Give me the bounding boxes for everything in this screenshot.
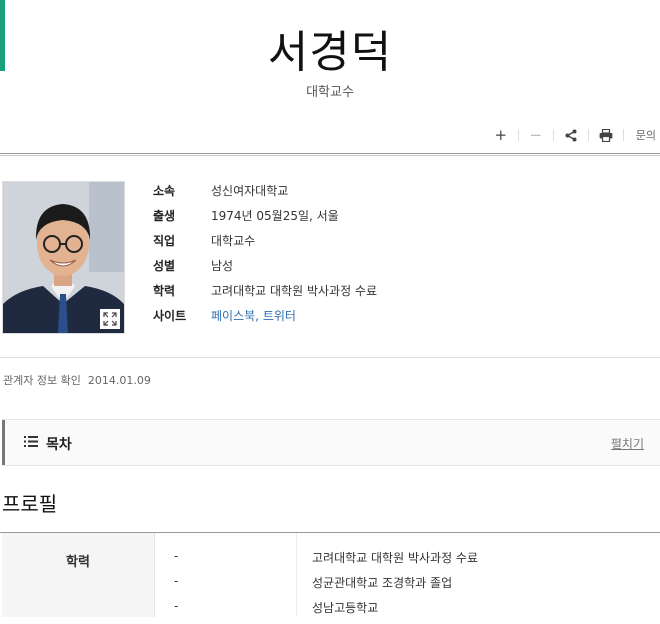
info-label: 출생 [153, 209, 176, 223]
verified-label: 관계자 정보 확인 [3, 374, 81, 387]
info-value: 고려대학교 대학원 박사과정 수료 [211, 284, 378, 298]
verified-date: 2014.01.09 [87, 374, 151, 387]
info-value: 대학교수 [211, 234, 256, 248]
info-label: 소속 [153, 184, 176, 198]
period-cell: - [174, 599, 179, 613]
toc-accent [2, 420, 5, 465]
info-value: 남성 [211, 259, 234, 273]
site-links: 페이스북, 트위터 [211, 307, 296, 324]
info-row: 직업 대학교수 [153, 228, 377, 253]
expand-icon [103, 312, 117, 326]
toc-title: 목차 [46, 437, 72, 453]
toolbar: + − 문의 [492, 126, 656, 144]
info-row: 성별 남성 [153, 253, 377, 278]
info-row-site: 사이트 페이스북, 트위터 [153, 303, 377, 328]
education-header: 학력 [66, 555, 90, 570]
info-label: 학력 [153, 284, 176, 298]
education-cell: 성남고등학교 [312, 601, 379, 615]
info-value: 1974년 05월25일, 서울 [211, 209, 339, 223]
table-row: - 고려대학교 대학원 박사과정 수료 [154, 549, 660, 574]
link-separator: , [255, 309, 263, 323]
inquiry-link[interactable]: 문의 [636, 127, 656, 143]
expand-photo-button[interactable] [100, 309, 120, 329]
section-title: 프로필 [2, 492, 58, 516]
table-of-contents: 목차 펼치기 [2, 419, 660, 466]
profile-photo[interactable] [2, 181, 125, 334]
table-row: - 성균관대학교 조경학과 졸업 [154, 574, 660, 599]
share-button[interactable] [562, 126, 580, 144]
profile-info: 소속 성신여자대학교 출생 1974년 05월25일, 서울 직업 대학교수 성… [153, 178, 377, 328]
info-row: 출생 1974년 05월25일, 서울 [153, 203, 377, 228]
share-icon [565, 129, 577, 141]
printer-icon [599, 128, 613, 142]
toolbar-separator [622, 129, 624, 141]
education-header-cell: 학력 [2, 533, 155, 617]
period-cell: - [174, 574, 179, 588]
header-divider [0, 153, 660, 156]
education-cell: 성균관대학교 조경학과 졸업 [312, 576, 453, 590]
list-icon [24, 436, 38, 447]
print-button[interactable] [597, 126, 615, 144]
info-label: 성별 [153, 259, 176, 273]
education-table: 학력 - 고려대학교 대학원 박사과정 수료 - 성균관대학교 조경학과 졸업 … [2, 533, 660, 617]
facebook-link[interactable]: 페이스북 [211, 309, 255, 323]
verified-note: 관계자 정보 확인 2014.01.09 [3, 372, 151, 388]
info-row: 소속 성신여자대학교 [153, 178, 377, 203]
toc-expand-button[interactable]: 펼치기 [611, 435, 644, 452]
page-subtitle: 대학교수 [306, 85, 354, 100]
period-cell: - [174, 549, 179, 563]
zoom-in-button[interactable]: + [492, 126, 510, 144]
info-divider [0, 357, 660, 358]
education-cell: 고려대학교 대학원 박사과정 수료 [312, 551, 479, 565]
toolbar-separator [587, 129, 589, 141]
twitter-link[interactable]: 트위터 [263, 309, 296, 323]
page-title: 서경덕 [267, 27, 393, 78]
toolbar-separator [517, 129, 519, 141]
info-value: 성신여자대학교 [211, 184, 289, 198]
zoom-out-button[interactable]: − [527, 126, 545, 144]
info-label: 직업 [153, 234, 176, 248]
info-label: 사이트 [153, 309, 187, 323]
toolbar-separator [552, 129, 554, 141]
info-row: 학력 고려대학교 대학원 박사과정 수료 [153, 278, 377, 303]
table-row: - 성남고등학교 [154, 599, 660, 624]
